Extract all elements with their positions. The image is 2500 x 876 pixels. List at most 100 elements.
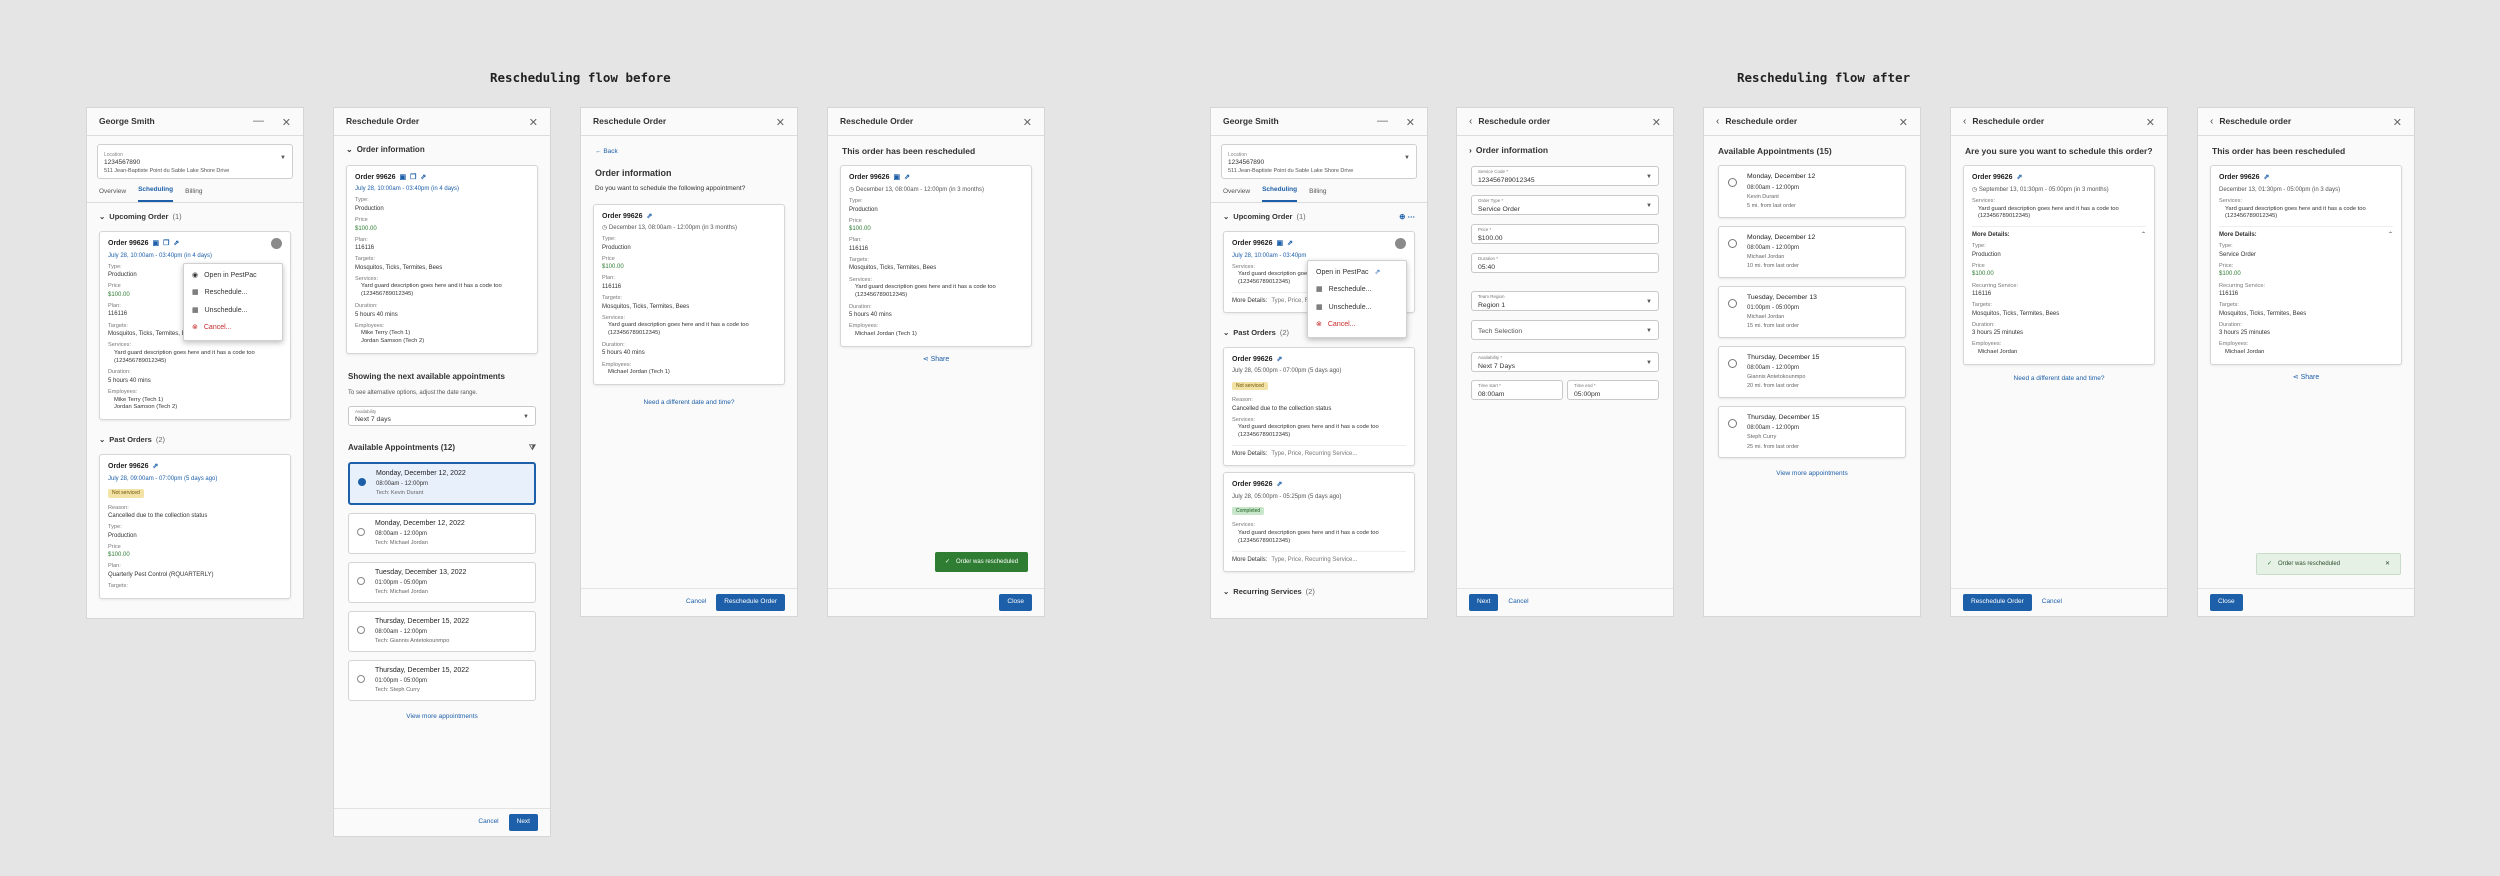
calendar-x-icon: ▦ bbox=[1316, 303, 1323, 311]
calendar-x-icon: ▦ bbox=[192, 306, 199, 314]
appointment-option[interactable]: Monday, December 12 08:00am - 12:00pm Mich… bbox=[1718, 225, 1906, 278]
close-icon[interactable]: ✕ bbox=[282, 116, 291, 131]
close-icon[interactable]: ✕ bbox=[776, 116, 785, 131]
add-icon[interactable]: ⊕ ⋯ bbox=[1399, 212, 1415, 222]
more-icon[interactable]: — bbox=[1377, 114, 1389, 129]
appointment-option[interactable]: Monday, December 12, 2022 08:00am - 12:00… bbox=[348, 461, 536, 505]
share-icon: ⋖ bbox=[2292, 373, 2301, 381]
external-link-icon[interactable]: ⇗ bbox=[420, 173, 426, 182]
share-button[interactable]: ⋖ Share bbox=[2198, 373, 2414, 382]
menu-reschedule[interactable]: ▦ Reschedule... bbox=[1308, 281, 1406, 298]
tab-scheduling[interactable]: Scheduling bbox=[138, 186, 174, 202]
more-icon[interactable]: — bbox=[253, 114, 265, 129]
close-icon[interactable]: ✕ bbox=[1652, 116, 1661, 131]
close-icon[interactable]: ✕ bbox=[1899, 116, 1908, 131]
appointment-option[interactable]: Thursday, December 15, 2022 08:00am - 12:… bbox=[348, 610, 536, 652]
tab-scheduling[interactable]: Scheduling bbox=[1262, 186, 1298, 202]
share-icon: ⋖ bbox=[922, 355, 931, 363]
external-link-icon[interactable]: ⇗ bbox=[2263, 173, 2269, 182]
availability-select[interactable]: Availability Next 7 days ▼ bbox=[348, 405, 536, 426]
view-more-link[interactable]: View more appointments bbox=[400, 709, 483, 726]
cancel-button[interactable]: Cancel bbox=[472, 814, 504, 831]
appointment-option[interactable]: Monday, December 12 08:00am - 12:00pm Kevi… bbox=[1718, 165, 1906, 218]
upcoming-header[interactable]: ⌄ Upcoming Order (1) ⊕ ⋯ bbox=[1211, 203, 1427, 227]
menu-reschedule[interactable]: ▦ Reschedule... bbox=[184, 284, 282, 301]
more-actions-button[interactable] bbox=[271, 238, 282, 250]
appointment-option[interactable]: Thursday, December 15 08:00am - 12:00pm St… bbox=[1718, 405, 1906, 459]
external-link-icon[interactable]: ⇗ bbox=[2016, 173, 2022, 182]
external-link-icon[interactable]: ⇗ bbox=[646, 212, 652, 221]
past-orders-header[interactable]: ⌄ Past Orders (2) bbox=[87, 426, 303, 450]
appointment-option[interactable]: Monday, December 12, 2022 08:00am - 12:00… bbox=[348, 512, 536, 554]
reschedule-order-button[interactable]: Reschedule Order bbox=[1963, 594, 2032, 611]
price-input[interactable]: Price * $100.00 bbox=[1471, 224, 1659, 245]
back-icon[interactable]: ‹ bbox=[1716, 115, 1719, 129]
view-more-link[interactable]: View more appointments bbox=[1770, 466, 1853, 483]
external-link-icon[interactable]: ⇗ bbox=[1287, 239, 1293, 248]
tab-billing[interactable]: Billing bbox=[1309, 188, 1326, 202]
close-icon[interactable]: ✕ bbox=[2393, 116, 2402, 131]
time-start-input[interactable]: Time start * 08:00am bbox=[1471, 380, 1563, 401]
external-link-icon[interactable]: ⇗ bbox=[1276, 480, 1282, 489]
menu-open-pestpac[interactable]: ◉ Open in PestPac bbox=[184, 267, 282, 284]
location-select[interactable]: Location 1234567890 511 Jean-Baptiste Poin… bbox=[97, 144, 293, 179]
cancel-button[interactable]: Cancel bbox=[2036, 594, 2068, 611]
chevron-down-icon: ▼ bbox=[1646, 174, 1652, 181]
duration-input[interactable]: Duration * 05:40 bbox=[1471, 253, 1659, 274]
order-info-header[interactable]: ⌄ Order information bbox=[334, 136, 550, 161]
back-link[interactable]: ← Back bbox=[589, 144, 624, 161]
recurring-header[interactable]: ⌄ Recurring Services (2) bbox=[1211, 578, 1427, 602]
order-type-select[interactable]: Order Type * Service Order ▼ bbox=[1471, 195, 1659, 216]
chevron-up-icon[interactable]: ⌃ bbox=[2388, 231, 2393, 239]
service-code-select[interactable]: Service Code * 123456789012345 ▼ bbox=[1471, 166, 1659, 187]
close-icon[interactable]: ✕ bbox=[2385, 560, 2390, 568]
tab-overview[interactable]: Overview bbox=[1223, 188, 1250, 202]
next-button[interactable]: Next bbox=[1469, 594, 1499, 611]
filter-icon[interactable]: ⧩ bbox=[529, 443, 536, 454]
external-link-icon[interactable]: ⇗ bbox=[152, 462, 158, 471]
availability-select[interactable]: Availability * Next 7 Days ▼ bbox=[1471, 352, 1659, 373]
time-end-input[interactable]: Time end * 05:00pm bbox=[1567, 380, 1659, 401]
menu-unschedule[interactable]: ▦ Unschedule... bbox=[1308, 299, 1406, 316]
need-different-date-link[interactable]: Need a different date and time? bbox=[638, 395, 741, 412]
before-customer-panel: George Smith — ✕ Location 1234567890 511 Jea… bbox=[86, 107, 304, 619]
external-link-icon[interactable]: ⇗ bbox=[904, 173, 910, 182]
back-icon[interactable]: ‹ bbox=[1469, 115, 1472, 129]
close-icon[interactable]: ✕ bbox=[2146, 116, 2155, 131]
external-link-icon[interactable]: ⇗ bbox=[173, 239, 179, 248]
menu-cancel[interactable]: ⊗ Cancel... bbox=[184, 319, 282, 336]
copy-icon[interactable]: ❐ bbox=[163, 239, 169, 248]
back-icon[interactable]: ‹ bbox=[2210, 115, 2213, 129]
back-icon[interactable]: ‹ bbox=[1963, 115, 1966, 129]
share-button[interactable]: ⋖ Share bbox=[828, 355, 1044, 364]
appointment-option[interactable]: Tuesday, December 13 01:00pm - 05:00pm Mic… bbox=[1718, 285, 1906, 338]
reschedule-order-button[interactable]: Reschedule Order bbox=[716, 594, 785, 611]
cancel-icon: ⊗ bbox=[192, 324, 198, 332]
location-select[interactable]: Location 1234567890 511 Jean-Baptiste Poin… bbox=[1221, 144, 1417, 179]
team-region-select[interactable]: Team Region Region 1 ▼ bbox=[1471, 291, 1659, 312]
appointment-option[interactable]: Tuesday, December 13, 2022 01:00pm - 05:0… bbox=[348, 561, 536, 603]
appointment-option[interactable]: Thursday, December 15, 2022 01:00pm - 05:… bbox=[348, 659, 536, 701]
need-different-date-link[interactable]: Need a different date and time? bbox=[2008, 371, 2111, 388]
next-button[interactable]: Next bbox=[508, 814, 538, 831]
menu-unschedule[interactable]: ▦ Unschedule... bbox=[184, 302, 282, 319]
appointment-option[interactable]: Thursday, December 15 08:00am - 12:00pm Gi… bbox=[1718, 345, 1906, 398]
chevron-up-icon[interactable]: ⌃ bbox=[2141, 231, 2146, 239]
menu-open-pestpac[interactable]: Open in PestPac ⇗ bbox=[1308, 264, 1406, 281]
close-icon[interactable]: ✕ bbox=[529, 116, 538, 131]
close-button[interactable]: Close bbox=[2210, 594, 2243, 611]
more-actions-button[interactable] bbox=[1395, 238, 1406, 250]
tab-overview[interactable]: Overview bbox=[99, 188, 126, 202]
close-icon[interactable]: ✕ bbox=[1406, 116, 1415, 131]
close-icon[interactable]: ✕ bbox=[1023, 116, 1032, 131]
close-button[interactable]: Close bbox=[999, 594, 1032, 611]
copy-icon[interactable]: ❐ bbox=[410, 173, 416, 182]
upcoming-header[interactable]: ⌄ Upcoming Order (1) bbox=[87, 203, 303, 227]
cancel-button[interactable]: Cancel bbox=[680, 594, 712, 611]
menu-cancel[interactable]: ⊗ Cancel... bbox=[1308, 316, 1406, 333]
cancel-button[interactable]: Cancel bbox=[1502, 594, 1534, 611]
tech-selection-select[interactable]: Tech Selection ▼ bbox=[1471, 320, 1659, 341]
tab-billing[interactable]: Billing bbox=[185, 188, 202, 202]
order-info-header[interactable]: › Order information bbox=[1457, 136, 1673, 161]
external-link-icon[interactable]: ⇗ bbox=[1276, 355, 1282, 364]
